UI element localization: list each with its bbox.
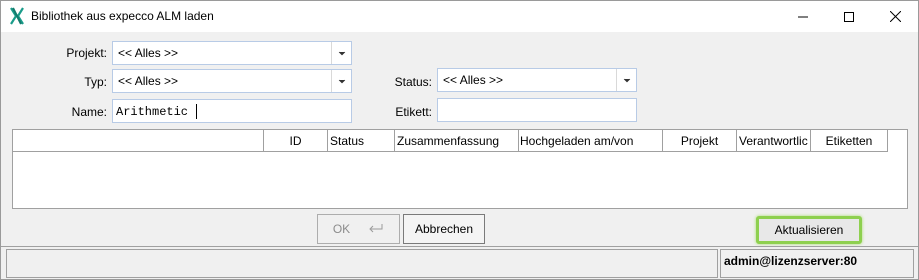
server-info: admin@lizenzserver:80 bbox=[720, 249, 914, 278]
dialog-window: Bibliothek aus expecco ALM laden Projekt… bbox=[0, 0, 919, 280]
status-message bbox=[6, 249, 718, 278]
refresh-button[interactable]: Aktualisieren bbox=[756, 216, 862, 244]
refresh-button-label: Aktualisieren bbox=[774, 223, 844, 237]
enter-key-icon bbox=[368, 222, 384, 236]
column-header-uploaded[interactable]: Hochgeladen am/von bbox=[519, 130, 663, 151]
etikett-input[interactable] bbox=[437, 98, 637, 122]
table-header: ID Status Zusammenfassung Hochgeladen am… bbox=[13, 130, 888, 152]
column-header-summary[interactable]: Zusammenfassung bbox=[395, 130, 519, 151]
maximize-button[interactable] bbox=[826, 1, 872, 32]
projekt-label: Projekt: bbox=[66, 46, 107, 60]
status-value: << Alles >> bbox=[443, 73, 504, 87]
minimize-button[interactable] bbox=[780, 1, 826, 32]
ok-button-label: OK bbox=[332, 222, 351, 236]
text-cursor bbox=[196, 104, 197, 119]
results-table[interactable]: ID Status Zusammenfassung Hochgeladen am… bbox=[12, 129, 908, 209]
projekt-select[interactable]: << Alles >> bbox=[112, 41, 352, 65]
typ-select[interactable]: << Alles >> bbox=[112, 69, 352, 93]
typ-value: << Alles >> bbox=[118, 74, 179, 88]
column-header-select[interactable] bbox=[13, 130, 264, 151]
expecco-x-icon bbox=[9, 7, 25, 25]
ok-button[interactable]: OK bbox=[317, 214, 400, 244]
status-select[interactable]: << Alles >> bbox=[437, 68, 637, 92]
projekt-value: << Alles >> bbox=[118, 46, 179, 60]
chevron-down-icon[interactable] bbox=[616, 69, 636, 91]
window-title: Bibliothek aus expecco ALM laden bbox=[31, 9, 214, 23]
title-bar[interactable]: Bibliothek aus expecco ALM laden bbox=[1, 1, 918, 32]
name-label: Name: bbox=[71, 105, 107, 119]
chevron-down-icon[interactable] bbox=[331, 70, 351, 92]
column-header-tags[interactable]: Etiketten bbox=[811, 130, 888, 151]
column-header-id[interactable]: ID bbox=[264, 130, 328, 151]
name-input[interactable]: Arithmetic bbox=[112, 99, 352, 123]
close-button[interactable] bbox=[872, 1, 918, 32]
cancel-button-label: Abbrechen bbox=[414, 222, 474, 236]
chevron-down-icon[interactable] bbox=[331, 42, 351, 64]
column-header-status[interactable]: Status bbox=[328, 130, 395, 151]
column-header-responsible[interactable]: Verantwortlic bbox=[737, 130, 811, 151]
etikett-label: Etikett: bbox=[395, 105, 432, 119]
maximize-icon bbox=[844, 11, 854, 22]
column-header-project[interactable]: Projekt bbox=[663, 130, 737, 151]
status-label: Status: bbox=[394, 75, 432, 89]
minimize-icon bbox=[798, 16, 808, 17]
name-value: Arithmetic bbox=[116, 105, 189, 119]
cancel-button[interactable]: Abbrechen bbox=[403, 214, 485, 244]
close-icon bbox=[889, 11, 901, 22]
status-bar: admin@lizenzserver:80 bbox=[1, 246, 918, 279]
typ-label: Typ: bbox=[84, 75, 107, 89]
